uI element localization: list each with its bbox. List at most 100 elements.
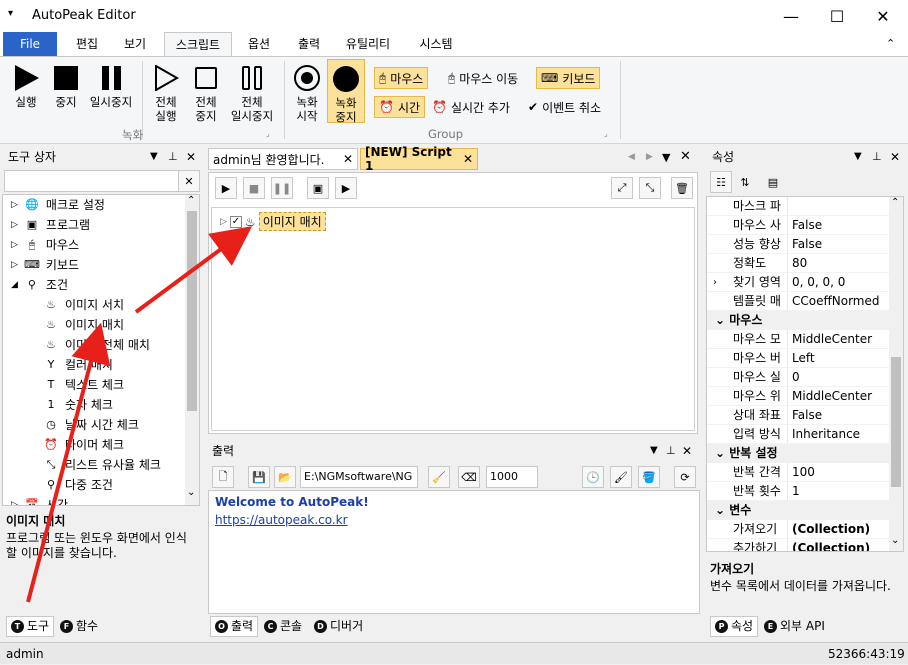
tab-script-1[interactable]: [NEW] Script 1 ✕ bbox=[360, 145, 478, 173]
run-all-button[interactable]: 전체 실행 bbox=[146, 63, 186, 123]
maximize-button[interactable]: ☐ bbox=[814, 0, 860, 32]
record-start-button[interactable]: 녹화 시작 bbox=[288, 63, 326, 123]
expand-icon[interactable]: ▷ bbox=[11, 235, 18, 255]
close-panel-icon[interactable]: ✕ bbox=[890, 146, 900, 168]
delete-button[interactable]: 🗑 bbox=[671, 177, 693, 199]
tab-utility[interactable]: 유틸리티 bbox=[336, 32, 400, 56]
clear-search-button[interactable]: ✕ bbox=[178, 170, 200, 192]
tree-item[interactable]: ▷ ⌨ 키보드 bbox=[3, 255, 199, 275]
property-row[interactable]: 성능 향상 False bbox=[707, 235, 903, 254]
scroll-right-icon[interactable]: ▶ bbox=[646, 152, 653, 162]
minimize-button[interactable]: — bbox=[768, 0, 814, 32]
tree-child-item[interactable]: ♨ 이미지 서치 bbox=[3, 295, 199, 315]
keyboard-toggle[interactable]: ⌨ 키보드 bbox=[536, 67, 601, 89]
tab-list-icon[interactable]: ▼ bbox=[662, 151, 670, 164]
fill-button[interactable]: 🪣 bbox=[638, 466, 660, 488]
refresh-button[interactable]: ⟳ bbox=[674, 466, 696, 488]
tab-tools[interactable]: T 도구 bbox=[6, 616, 55, 637]
close-panel-icon[interactable]: ✕ bbox=[186, 146, 196, 168]
mouse-move-toggle[interactable]: 🖰 마우스 이동 bbox=[444, 67, 522, 89]
tab-output[interactable]: O 출력 bbox=[210, 616, 259, 637]
expand-icon[interactable]: ▷ bbox=[11, 195, 18, 215]
stop-button[interactable]: ■ bbox=[243, 177, 265, 199]
close-button[interactable]: ✕ bbox=[860, 0, 906, 32]
tree-child-item[interactable]: ♨ 이미지 매치 bbox=[3, 315, 199, 335]
pin-icon[interactable]: ⊥ bbox=[872, 146, 882, 168]
close-tab-icon[interactable]: ✕ bbox=[343, 152, 353, 166]
script-node-image-match[interactable]: ▷ ✓ ♨ 이미지 매치 bbox=[220, 212, 326, 231]
tab-edit[interactable]: 편집 bbox=[64, 32, 110, 56]
property-scrollbar[interactable]: ⌃ ⌄ bbox=[889, 197, 903, 551]
tree-child-item[interactable]: T 텍스트 체크 bbox=[3, 375, 199, 395]
record-stop-button[interactable]: 녹화 중지 bbox=[327, 59, 365, 124]
tab-console[interactable]: C 콘솔 bbox=[260, 616, 306, 637]
category-variable[interactable]: ⌄ 변수 bbox=[707, 501, 903, 520]
run-button[interactable]: 실행 bbox=[6, 63, 46, 109]
expand-icon[interactable]: ▷ bbox=[11, 255, 18, 275]
expand-node-icon[interactable]: ▷ bbox=[220, 217, 227, 227]
close-document-icon[interactable]: ✕ bbox=[680, 149, 691, 164]
log-path-input[interactable]: E:\NGMsoftware\NG bbox=[300, 466, 418, 488]
scroll-left-icon[interactable]: ◀ bbox=[628, 152, 635, 162]
property-row[interactable]: 정확도 80 bbox=[707, 254, 903, 273]
tab-options[interactable]: 옵션 bbox=[236, 32, 282, 56]
collapse-ribbon-icon[interactable]: ⌃ bbox=[886, 37, 895, 50]
tree-item[interactable]: ▷ 🌐 매크로 설정 bbox=[3, 195, 199, 215]
tab-debugger[interactable]: D 디버거 bbox=[310, 616, 367, 637]
tree-child-item[interactable]: ⚲ 다중 조건 bbox=[3, 475, 199, 495]
property-row[interactable]: 마우스 버 Left bbox=[707, 349, 903, 368]
line-count-stepper[interactable]: 1000 bbox=[486, 466, 538, 488]
property-row[interactable]: 반복 횟수 1 bbox=[707, 482, 903, 501]
property-row[interactable]: 마우스 위 MiddleCenter bbox=[707, 387, 903, 406]
dialog-launcher-icon[interactable]: ⌟ bbox=[266, 129, 270, 138]
timestamp-button[interactable]: 🕒 bbox=[582, 466, 604, 488]
tree-item[interactable]: ▷ ▣ 프로그램 bbox=[3, 215, 199, 235]
property-row[interactable]: 마우스 실0 bbox=[707, 368, 903, 387]
close-panel-icon[interactable]: ✕ bbox=[682, 440, 692, 462]
mouse-toggle[interactable]: 🖰 마우스 bbox=[374, 67, 429, 89]
tab-functions[interactable]: F 함수 bbox=[56, 616, 102, 637]
tab-output[interactable]: 출력 bbox=[286, 32, 332, 56]
property-row[interactable]: 마우스 사 False bbox=[707, 216, 903, 235]
property-row[interactable]: 상대 좌표 False bbox=[707, 406, 903, 425]
dropdown-icon[interactable]: ▼ bbox=[150, 146, 158, 168]
property-row[interactable]: 템플릿 매 CCoeffNormed bbox=[707, 292, 903, 311]
property-row[interactable]: 반복 간격 100 bbox=[707, 463, 903, 482]
collapse-button[interactable]: ⤡ bbox=[639, 177, 661, 199]
pause-all-button[interactable]: 전체 일시중지 bbox=[226, 63, 278, 123]
expand-icon[interactable]: ▷ bbox=[11, 215, 18, 235]
sort-az-button[interactable]: ⇅ bbox=[734, 171, 756, 193]
property-row[interactable]: 마스크 파 bbox=[707, 197, 903, 216]
brush-button[interactable]: 🖌 bbox=[610, 466, 632, 488]
tab-external-api[interactable]: E 외부 API bbox=[760, 616, 829, 637]
stop-button[interactable]: 중지 bbox=[46, 63, 86, 109]
tab-system[interactable]: 시스템 bbox=[408, 32, 464, 56]
pause-button[interactable]: ❚❚ bbox=[271, 177, 293, 199]
dropdown-icon[interactable]: ▼ bbox=[854, 146, 862, 168]
auto-clean-button[interactable]: 🧹 bbox=[428, 466, 450, 488]
save-button[interactable]: 💾 bbox=[248, 466, 270, 488]
tree-item-time[interactable]: ▷ 📅 시간 bbox=[3, 495, 199, 505]
tree-child-item[interactable]: ♨ 이미지 전체 매치 bbox=[3, 335, 199, 355]
property-row[interactable]: 가져오기 (Collection) bbox=[707, 520, 903, 539]
pin-icon[interactable]: ⊥ bbox=[666, 440, 676, 462]
expand-property-icon[interactable]: › bbox=[713, 273, 717, 292]
clear-button[interactable]: ⌫ bbox=[458, 466, 480, 488]
tab-welcome[interactable]: admin님 환영합니다. ✕ bbox=[208, 148, 358, 170]
tree-item[interactable]: ▷ 🖰 마우스 bbox=[3, 235, 199, 255]
property-row[interactable]: 추가하기 (Collection) bbox=[707, 539, 903, 551]
category-repeat[interactable]: ⌄ 반복 설정 bbox=[707, 444, 903, 463]
step-button[interactable]: ▣ bbox=[307, 177, 329, 199]
node-checkbox[interactable]: ✓ bbox=[229, 215, 242, 228]
quick-access-menu-icon[interactable]: ▾ bbox=[8, 8, 13, 19]
open-folder-button[interactable]: 📂 bbox=[274, 466, 296, 488]
expand-icon[interactable]: ◢ bbox=[11, 275, 18, 295]
property-row[interactable]: › 찾기 영역 0, 0, 0, 0 bbox=[707, 273, 903, 292]
realtime-add-toggle[interactable]: ⏰ 실시간 추가 bbox=[428, 96, 514, 118]
tree-child-item[interactable]: ⏰ 타이머 체크 bbox=[3, 435, 199, 455]
tree-item[interactable]: ◢ ⚲ 조건 bbox=[3, 275, 199, 295]
website-link[interactable]: https://autopeak.co.kr bbox=[215, 511, 693, 529]
tree-child-item[interactable]: ⤡ 리스트 유사율 체크 bbox=[3, 455, 199, 475]
play-button[interactable]: ▶ bbox=[215, 177, 237, 199]
category-mouse[interactable]: ⌄ 마우스 bbox=[707, 311, 903, 330]
